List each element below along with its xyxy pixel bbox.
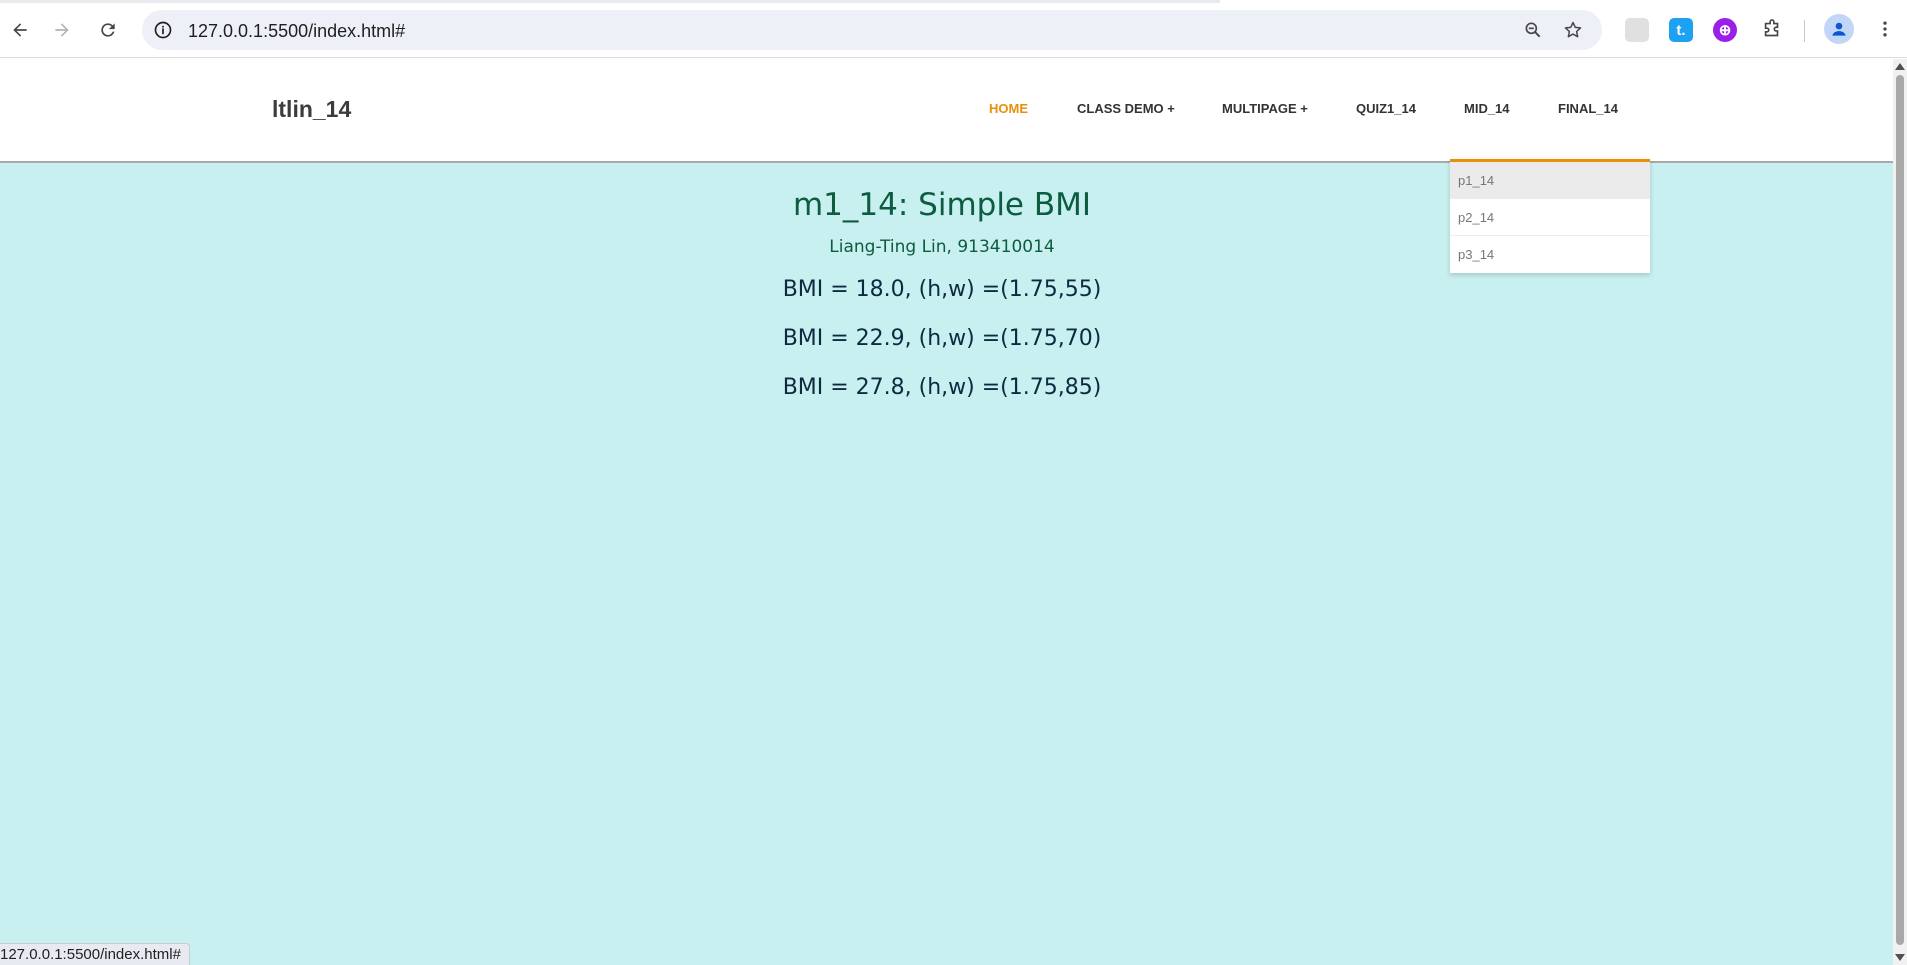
nav-final[interactable]: FINAL_14 — [1558, 101, 1618, 116]
purple-extension-icon[interactable]: ⊕ — [1713, 18, 1737, 42]
bmi-result-1: BMI = 18.0, (h,w) =(1.75,55) — [782, 277, 1102, 302]
extensions-puzzle-icon[interactable] — [1760, 18, 1784, 42]
forward-arrow-icon — [55, 23, 69, 37]
nav-class-demo[interactable]: CLASS DEMO + — [1077, 101, 1175, 116]
t-extension-icon[interactable]: t. — [1669, 18, 1693, 42]
reload-button[interactable] — [90, 12, 126, 48]
site-info-icon[interactable] — [148, 15, 178, 45]
zoom-icon[interactable] — [1518, 15, 1548, 45]
page-load-bar — [0, 0, 1220, 3]
site-logo[interactable]: ltlin_14 — [272, 96, 351, 123]
nav-multipage[interactable]: MULTIPAGE + — [1222, 101, 1308, 116]
reload-icon — [101, 23, 115, 37]
nav-home[interactable]: HOME — [989, 101, 1028, 116]
page-title: m1_14: Simple BMI — [792, 187, 1092, 223]
bmi-result-3: BMI = 27.8, (h,w) =(1.75,85) — [782, 375, 1102, 400]
scroll-up-icon[interactable] — [1895, 63, 1905, 70]
profile-avatar-icon[interactable] — [1824, 14, 1854, 44]
page-viewport: ltlin_14 HOME CLASS DEMO + MULTIPAGE + Q… — [0, 59, 1893, 965]
bmi-result-2: BMI = 22.9, (h,w) =(1.75,70) — [782, 326, 1102, 351]
url-text[interactable]: 127.0.0.1:5500/index.html# — [188, 21, 405, 42]
nav-mid[interactable]: MID_14 — [1464, 101, 1510, 116]
page-scrollbar[interactable] — [1893, 59, 1907, 965]
forward-button[interactable] — [44, 12, 80, 48]
blank-extension-icon[interactable] — [1625, 18, 1649, 42]
browser-toolbar: 127.0.0.1:5500/index.html# t. ⊕ — [0, 0, 1907, 58]
back-arrow-icon — [13, 23, 27, 37]
scroll-down-icon[interactable] — [1895, 954, 1905, 961]
bookmark-star-icon[interactable] — [1558, 15, 1588, 45]
link-status-bubble: 127.0.0.1:5500/index.html# — [0, 943, 190, 965]
toolbar-divider — [1804, 20, 1805, 42]
address-bar[interactable]: 127.0.0.1:5500/index.html# — [142, 10, 1602, 50]
site-header: ltlin_14 HOME CLASS DEMO + MULTIPAGE + Q… — [0, 59, 1893, 163]
main-content: m1_14: Simple BMI Liang-Ting Lin, 913410… — [0, 185, 1884, 406]
nav-quiz1[interactable]: QUIZ1_14 — [1356, 101, 1416, 116]
back-button[interactable] — [2, 12, 38, 48]
author-line: Liang-Ting Lin, 913410014 — [829, 237, 1055, 257]
browser-menu-icon[interactable] — [1870, 14, 1900, 44]
scrollbar-thumb[interactable] — [1896, 75, 1904, 945]
